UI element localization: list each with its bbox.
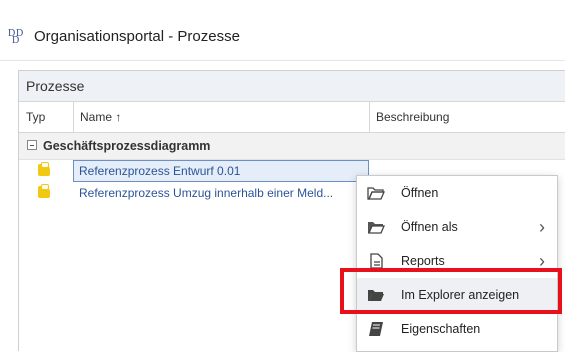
column-header-beschreibung[interactable]: Beschreibung	[369, 102, 565, 132]
folder-filled-icon	[368, 290, 384, 301]
svg-text:D: D	[12, 35, 19, 44]
menu-item-label: Im Explorer anzeigen	[401, 288, 520, 302]
properties-book-icon	[369, 322, 383, 336]
chevron-right-icon: ›	[539, 251, 545, 271]
chevron-right-icon: ›	[539, 217, 545, 237]
menu-item-label: Reports	[401, 254, 445, 268]
title-bar: D D D Organisationsportal - Prozesse	[0, 0, 565, 61]
column-header-typ[interactable]: Typ	[26, 102, 66, 132]
menu-item-label: Öffnen	[401, 186, 439, 200]
organisation-portal-logo-icon: D D D	[8, 28, 23, 44]
menu-item-oeffnen-als[interactable]: Öffnen als ›	[357, 210, 557, 244]
menu-item-eigenschaften[interactable]: Eigenschaften	[357, 312, 557, 346]
menu-item-label: Öffnen als	[401, 220, 458, 234]
process-diagram-icon	[38, 184, 50, 198]
column-header-name[interactable]: Name ↑	[73, 102, 376, 132]
window-title: Organisationsportal - Prozesse	[34, 28, 240, 45]
menu-item-label: Eigenschaften	[401, 322, 481, 336]
menu-item-reports[interactable]: Reports ›	[357, 244, 557, 278]
collapse-minus-icon[interactable]	[27, 140, 37, 150]
context-menu: Öffnen Öffnen als › Reports › Im Explore…	[356, 175, 558, 352]
column-header-row: Typ Name ↑ Beschreibung	[19, 102, 565, 133]
panel-title: Prozesse	[26, 78, 85, 94]
folder-open-icon	[368, 222, 385, 234]
process-diagram-icon	[38, 162, 50, 176]
group-row[interactable]: Geschäftsprozessdiagramm	[19, 133, 565, 160]
menu-item-oeffnen[interactable]: Öffnen	[357, 176, 557, 210]
menu-item-im-explorer-anzeigen[interactable]: Im Explorer anzeigen	[357, 278, 557, 312]
group-label: Geschäftsprozessdiagramm	[43, 139, 211, 153]
report-document-icon	[370, 253, 383, 269]
folder-open-outline-icon	[367, 187, 385, 200]
row-name[interactable]: Referenzprozess Umzug innerhalb einer Me…	[73, 182, 369, 204]
panel-header: Prozesse	[19, 71, 565, 102]
row-name[interactable]: Referenzprozess Entwurf 0.01	[73, 160, 369, 182]
